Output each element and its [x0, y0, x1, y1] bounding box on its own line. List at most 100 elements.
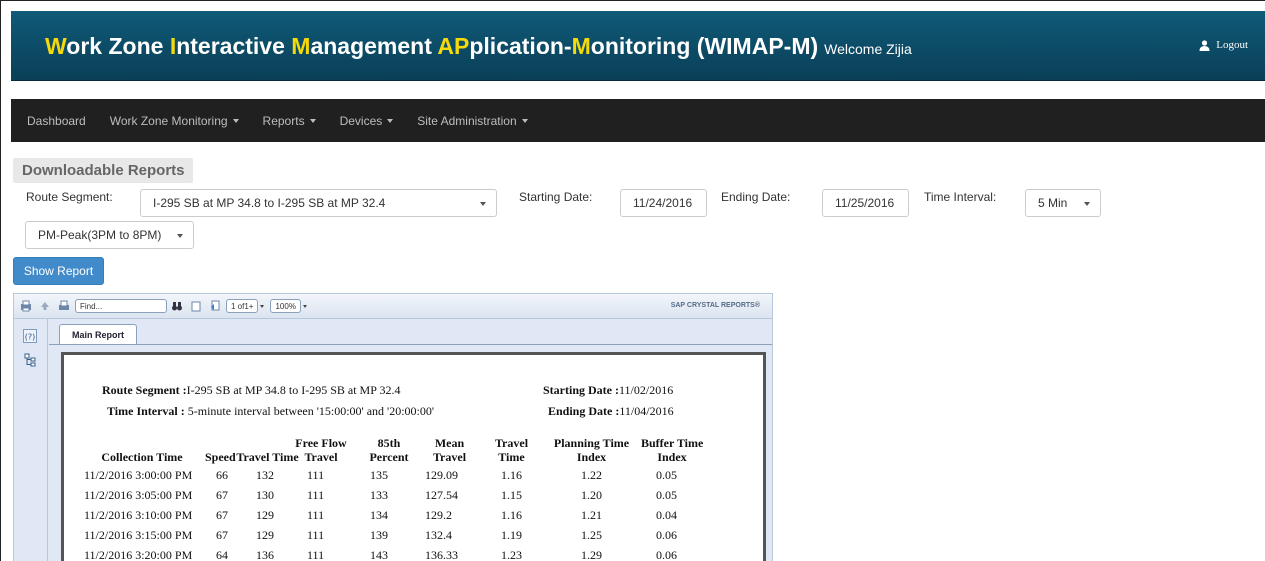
column-header-line2: Index [657, 450, 687, 464]
report-time-interval-value: 5-minute interval between '15:00:00' and… [187, 404, 435, 418]
column-header-line1: Travel [494, 436, 529, 450]
table-cell: 130 [256, 488, 274, 502]
report-ending-date: Ending Date :11/04/2016 [548, 404, 674, 419]
chevron-down-icon[interactable] [260, 304, 265, 308]
column-header-line2: Collection Time [101, 450, 183, 464]
column-header-line2: Travel [304, 450, 338, 464]
table-cell: 67 [216, 528, 228, 542]
table-cell: 111 [307, 508, 325, 522]
report-starting-date: Starting Date :11/02/2016 [543, 383, 673, 398]
user-icon [1199, 39, 1210, 51]
tab-main-report[interactable]: Main Report [59, 324, 138, 344]
column-header-line2: Time [498, 450, 525, 464]
ending-date-label: Ending Date: [721, 190, 791, 204]
table-cell: 64 [216, 548, 228, 561]
nav-item-label: Reports [262, 113, 305, 128]
peak-period-select[interactable]: PM-Peak(3PM to 8PM) [25, 221, 194, 249]
help-icon[interactable]: (?) [23, 329, 37, 348]
table-cell: 111 [307, 528, 325, 542]
table-cell: 139 [370, 528, 388, 542]
report-starting-date-label: Starting Date : [543, 383, 619, 397]
title-segment: AP [437, 33, 470, 59]
table-cell: 135 [370, 468, 388, 482]
table-cell: 0.06 [656, 548, 677, 561]
report-time-interval-label: Time Interval : [107, 404, 185, 418]
report-ending-date-value: 11/04/2016 [619, 404, 674, 418]
print-icon[interactable] [56, 298, 72, 314]
column-header-line1 [235, 436, 300, 450]
table-cell: 111 [307, 548, 325, 561]
nav-item-dashboard[interactable]: Dashboard [27, 114, 86, 128]
svg-text:(?): (?) [25, 333, 36, 342]
table-cell: 136 [256, 548, 274, 561]
nav-item-label: Dashboard [27, 113, 86, 128]
column-header-line1: Planning Time [553, 436, 630, 450]
column-header: Travel Time [235, 436, 300, 464]
upload-icon[interactable] [37, 298, 53, 314]
report-viewer: Find... 1 of1+ 100% SAP CRYSTAL REPORTS®… [13, 293, 773, 561]
find-input[interactable]: Find... [75, 299, 167, 313]
table-cell: 134 [370, 508, 388, 522]
title-segment: M [571, 33, 591, 59]
report-starting-date-value: 11/02/2016 [618, 383, 674, 397]
title-segment: onitoring (WIMAP-M) [590, 33, 819, 59]
report-route-segment-label: Route Segment : [102, 383, 187, 397]
table-cell: 1.15 [501, 488, 522, 502]
show-report-button[interactable]: Show Report [13, 257, 104, 285]
welcome-text: Welcome Zijia [824, 41, 912, 57]
caret-down-icon [232, 119, 239, 123]
crystal-reports-logo: SAP CRYSTAL REPORTS® [670, 302, 760, 309]
title-segment: W [45, 33, 67, 59]
main-navbar: Dashboard Work Zone Monitoring Reports Devi… [11, 99, 1265, 142]
nav-item-devices[interactable]: Devices [340, 114, 394, 128]
table-cell: 133 [370, 488, 388, 502]
route-segment-select[interactable]: I-295 SB at MP 34.8 to I-295 SB at MP 32… [140, 189, 497, 217]
column-header: Free Flow Travel [292, 436, 350, 464]
table-cell: 11/2/2016 3:15:00 PM [84, 528, 193, 542]
title-segment: ork Zone [66, 33, 170, 59]
column-header-line1: Free Flow [295, 436, 347, 450]
column-header: Mean Travel [422, 436, 477, 464]
table-cell: 1.23 [501, 548, 522, 561]
nav-item-work-zone-monitoring[interactable]: Work Zone Monitoring [110, 114, 239, 128]
column-header-line2: Percent [369, 450, 409, 464]
nav-item-label: Site Administration [417, 113, 517, 128]
nav-item-site-administration[interactable]: Site Administration [417, 113, 528, 128]
table-cell: 132.4 [425, 528, 452, 542]
page-indicator[interactable]: 1 of1+ [226, 299, 259, 313]
table-cell: 1.16 [501, 468, 522, 482]
zoom-select[interactable]: 100% [270, 299, 301, 313]
table-cell: 129.09 [425, 468, 458, 482]
page-nav-icon[interactable] [207, 298, 223, 314]
chevron-down-icon[interactable] [302, 304, 307, 308]
table-cell: 0.06 [656, 528, 677, 542]
table-cell: 143 [370, 548, 388, 561]
title-segment: nteractive [176, 33, 292, 59]
column-header-line1: 85th [377, 436, 401, 450]
logout-button[interactable]: Logout [1199, 39, 1248, 51]
ending-date-input[interactable]: 11/25/2016 [822, 189, 909, 217]
route-segment-label: Route Segment: [26, 190, 113, 204]
table-cell: 1.16 [501, 508, 522, 522]
app-title: Work Zone Interactive Management APplica… [45, 33, 912, 60]
table-cell: 11/2/2016 3:05:00 PM [84, 488, 193, 502]
table-cell: 136.33 [425, 548, 458, 561]
time-interval-select[interactable]: 5 Min [1025, 189, 1101, 217]
group-tree-icon[interactable] [24, 353, 37, 372]
starting-date-input[interactable]: 11/24/2016 [620, 189, 707, 217]
logout-label: Logout [1216, 39, 1248, 51]
binoculars-icon[interactable] [169, 298, 185, 314]
caret-down-icon [521, 119, 528, 123]
page-icon[interactable] [188, 298, 204, 314]
viewer-main-area: Main Report Route Segment :I-295 SB at M… [49, 319, 772, 561]
tab-strip-divider [49, 344, 772, 345]
table-cell: 67 [216, 488, 228, 502]
report-page-frame: Route Segment :I-295 SB at MP 34.8 to I-… [61, 352, 766, 561]
nav-item-label: Devices [339, 113, 383, 128]
export-icon[interactable] [18, 298, 34, 314]
chevron-down-icon [177, 234, 183, 238]
table-cell: 0.05 [656, 468, 677, 482]
table-cell: 0.04 [656, 508, 677, 522]
viewer-toolbar: Find... 1 of1+ 100% SAP CRYSTAL REPORTS® [14, 294, 772, 319]
nav-item-reports[interactable]: Reports [263, 114, 316, 128]
